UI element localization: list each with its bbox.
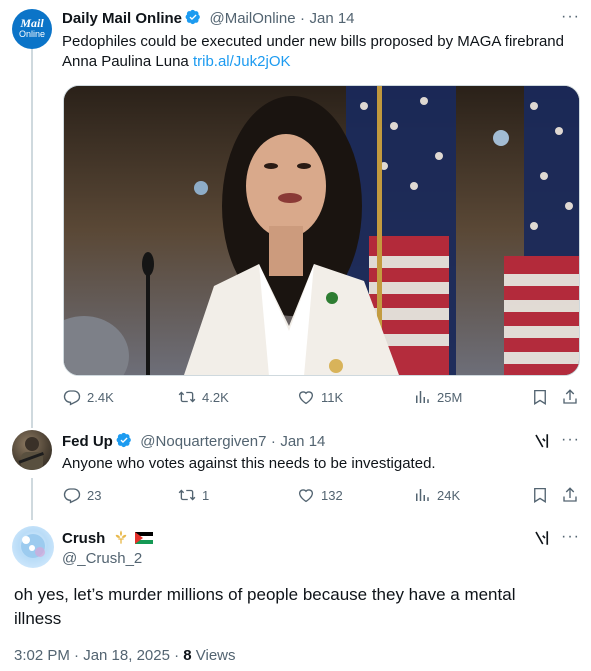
thread-line-1 bbox=[31, 48, 33, 428]
views-chart-icon bbox=[416, 391, 429, 403]
tweet2-header: Fed Up @Noquartergiven7 · Jan 14 bbox=[62, 432, 325, 451]
views-chart-icon bbox=[416, 489, 429, 501]
tweet1-header: Daily Mail Online @MailOnline · Jan 14 bbox=[62, 9, 355, 28]
bookmark-button[interactable] bbox=[531, 486, 555, 504]
tweet1-text: Pedophiles could be executed under new b… bbox=[62, 32, 577, 72]
tweet2-text: Anyone who votes against this needs to b… bbox=[62, 455, 436, 472]
bookmark-button[interactable] bbox=[531, 388, 555, 406]
retweet-icon bbox=[178, 391, 196, 403]
retweet-count: 1 bbox=[202, 487, 210, 503]
heart-icon bbox=[298, 391, 314, 405]
verified-badge-icon bbox=[116, 432, 131, 448]
tweet3-text: oh yes, let’s murder millions of people … bbox=[14, 583, 574, 631]
separator-dot: · bbox=[270, 433, 276, 450]
share-icon bbox=[563, 389, 577, 404]
media-illustration bbox=[64, 86, 579, 375]
tweet-date[interactable]: Jan 14 bbox=[309, 10, 354, 27]
grok-icon[interactable] bbox=[533, 432, 551, 450]
like-count: 11K bbox=[321, 389, 344, 405]
grok-icon[interactable] bbox=[533, 529, 551, 547]
views-label: Views bbox=[191, 647, 236, 664]
views-count: 8 bbox=[183, 647, 192, 664]
tweet3-text-line2: illness bbox=[14, 609, 62, 628]
like-button[interactable]: 11K bbox=[297, 388, 343, 406]
reply-count: 23 bbox=[87, 487, 102, 503]
tweet3-text-line1: oh yes, let’s murder millions of people … bbox=[14, 585, 516, 604]
thread-line-2 bbox=[31, 478, 33, 520]
reply-icon bbox=[63, 390, 81, 406]
reply-icon bbox=[63, 488, 81, 504]
retweet-count: 4.2K bbox=[202, 389, 229, 405]
tweet3-header: Crush bbox=[62, 529, 154, 548]
avatar-fedup[interactable] bbox=[12, 430, 52, 470]
views-count: 24K bbox=[437, 487, 461, 503]
retweet-icon bbox=[178, 489, 196, 501]
tweet1-text-line2: Anna Paulina Luna bbox=[62, 53, 189, 70]
tweet-link[interactable]: trib.al/Juk2jOK bbox=[193, 53, 291, 70]
avatar-mailonline[interactable]: Mail Online bbox=[12, 9, 52, 49]
reply-button[interactable]: 23 bbox=[63, 486, 101, 504]
like-button[interactable]: 132 bbox=[297, 486, 343, 504]
retweet-button[interactable]: 4.2K bbox=[178, 388, 229, 406]
tweet-media-image[interactable] bbox=[63, 85, 580, 376]
reply-button[interactable]: 2.4K bbox=[63, 388, 114, 406]
more-dots-icon[interactable]: ··· bbox=[561, 8, 580, 26]
like-count: 132 bbox=[321, 487, 343, 503]
author-name[interactable]: Fed Up bbox=[62, 433, 113, 450]
avatar-fedup-image bbox=[18, 437, 44, 470]
fleur-de-lis-icon bbox=[115, 530, 127, 544]
avatar-crush-image bbox=[21, 534, 45, 558]
bookmark-icon bbox=[534, 487, 546, 503]
author-handle[interactable]: @MailOnline bbox=[209, 10, 295, 27]
avatar-crush[interactable] bbox=[12, 526, 54, 568]
timestamp-text[interactable]: 3:02 PM · Jan 18, 2025 · bbox=[14, 647, 183, 664]
reply-count: 2.4K bbox=[87, 389, 114, 405]
author-name[interactable]: Daily Mail Online bbox=[62, 10, 182, 27]
author-handle[interactable]: @_Crush_2 bbox=[62, 550, 142, 567]
author-handle[interactable]: @Noquartergiven7 bbox=[140, 433, 266, 450]
separator-dot: · bbox=[300, 10, 306, 27]
verified-badge-icon bbox=[185, 9, 200, 25]
author-name[interactable]: Crush bbox=[62, 530, 105, 547]
tweet-timestamp: 3:02 PM · Jan 18, 2025 · 8 Views bbox=[14, 647, 236, 664]
share-icon bbox=[563, 487, 577, 502]
tweet-date[interactable]: Jan 14 bbox=[280, 433, 325, 450]
share-button[interactable] bbox=[561, 486, 585, 504]
bookmark-icon bbox=[534, 389, 546, 405]
tweet1-text-line1: Pedophiles could be executed under new b… bbox=[62, 33, 564, 50]
avatar-logo-text-top: Mail bbox=[20, 16, 44, 30]
retweet-button[interactable]: 1 bbox=[178, 486, 209, 504]
avatar-logo-text-bottom: Online bbox=[18, 29, 45, 39]
share-button[interactable] bbox=[561, 388, 585, 406]
views-count: 25M bbox=[437, 389, 463, 405]
views-button[interactable]: 24K bbox=[413, 486, 460, 504]
views-button[interactable]: 25M bbox=[413, 388, 462, 406]
heart-icon bbox=[298, 489, 314, 503]
more-dots-icon[interactable]: ··· bbox=[561, 431, 580, 449]
more-dots-icon[interactable]: ··· bbox=[561, 528, 580, 546]
palestine-flag-icon bbox=[135, 532, 154, 544]
